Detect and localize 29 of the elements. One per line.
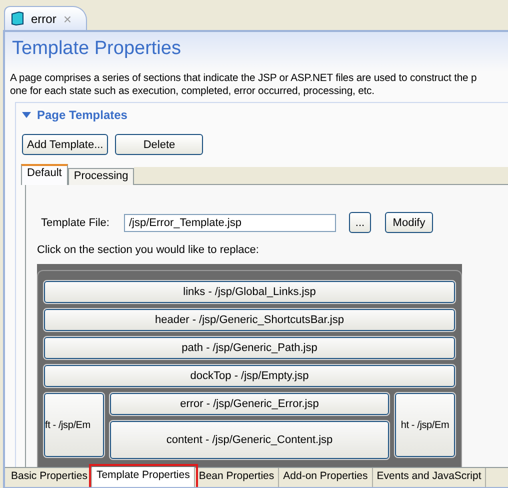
- page-title: Template Properties: [12, 38, 182, 60]
- browse-button[interactable]: ...: [349, 212, 371, 233]
- section-button[interactable]: ht - /jsp/Em: [395, 393, 455, 457]
- section-button[interactable]: header - /jsp/Generic_ShortcutsBar.jsp: [44, 309, 455, 331]
- section-button[interactable]: content - /jsp/Generic_Content.jsp: [110, 421, 389, 459]
- tab[interactable]: Default: [21, 164, 68, 185]
- description-line: A page comprises a series of sections that indicate the JSP or ASP.NET files are used to construct the p: [10, 72, 477, 85]
- tab[interactable]: Processing: [68, 168, 134, 185]
- section-button[interactable]: error - /jsp/Generic_Error.jsp: [110, 393, 389, 415]
- section-button[interactable]: dockTop - /jsp/Empty.jsp: [44, 365, 455, 387]
- tab-title: error: [31, 12, 56, 26]
- action-button[interactable]: Add Template...: [22, 134, 108, 155]
- field-label: Template File:: [41, 216, 110, 228]
- action-button[interactable]: Delete: [115, 134, 204, 155]
- page-tab[interactable]: Events and JavaScript: [372, 468, 486, 487]
- description-line: one for each state such as execution, completed, error occurred, processing, etc.: [10, 85, 374, 98]
- modify-button[interactable]: Modify: [385, 212, 433, 233]
- section-button[interactable]: ft - /jsp/Em: [44, 393, 104, 457]
- page-tab[interactable]: Add-on Properties: [279, 468, 373, 487]
- editor-tab[interactable]: error ×: [4, 6, 87, 30]
- page-tab[interactable]: Template Properties: [92, 467, 195, 487]
- collapse-icon[interactable]: [22, 112, 31, 118]
- page-tab[interactable]: Bean Properties: [194, 468, 280, 487]
- section-button[interactable]: links - /jsp/Global_Links.jsp: [44, 281, 455, 303]
- section-title[interactable]: Page Templates: [37, 108, 128, 122]
- section-button[interactable]: path - /jsp/Generic_Path.jsp: [44, 337, 455, 359]
- file-icon: [11, 11, 24, 26]
- input-field[interactable]: /jsp/Error_Template.jsp: [124, 214, 336, 232]
- instruction-text: Click on the section you would like to replace:: [37, 244, 260, 256]
